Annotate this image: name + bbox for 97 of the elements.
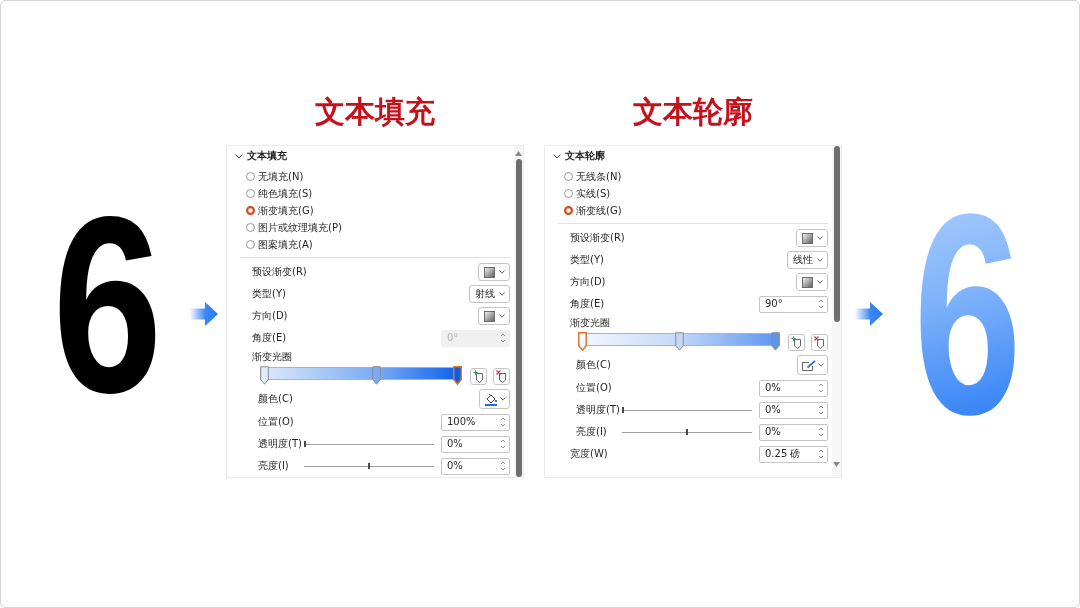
section-toggle[interactable]: 文本轮廓 — [545, 149, 605, 163]
radio-option[interactable]: 渐变填充(G) — [246, 202, 314, 219]
number-field[interactable]: 0% — [759, 423, 828, 441]
large-digit: 6 — [53, 181, 163, 431]
radio-option[interactable]: 图片或纹理填充(P) — [246, 219, 342, 236]
section-toggle[interactable]: 文本填充 — [227, 149, 287, 163]
field-label: 角度(E) — [570, 298, 605, 310]
field-label: 角度(E) — [252, 332, 287, 344]
caret-icon — [817, 258, 823, 262]
add-stop-button[interactable] — [470, 367, 487, 385]
field-label: 亮度(I) — [258, 460, 290, 472]
caret-icon — [500, 397, 506, 401]
gradient-bar[interactable] — [260, 366, 462, 386]
scrollbar[interactable] — [832, 146, 841, 477]
spin-arrows-icon — [500, 438, 506, 450]
field-label: 方向(D) — [252, 310, 288, 322]
caret-icon — [499, 270, 505, 274]
radio-option[interactable]: 纯色填充(S) — [246, 185, 313, 202]
spin-arrows-icon — [818, 404, 824, 416]
gradient-swatch-icon — [484, 266, 495, 278]
gradient-swatch-icon — [802, 276, 813, 288]
scrollbar[interactable] — [514, 146, 523, 477]
number-field[interactable]: 0.25 磅 — [759, 445, 828, 463]
gradient-swatch-icon — [802, 232, 813, 244]
number-field[interactable]: 0% — [441, 435, 510, 453]
spin-arrows-icon — [500, 460, 506, 472]
radio-option[interactable]: 实线(S) — [564, 185, 611, 202]
gradient-stop-handle[interactable] — [771, 332, 780, 351]
dropdown-button[interactable]: 射线 — [469, 285, 510, 303]
spin-arrows-icon — [500, 332, 506, 344]
paint-bucket-icon — [484, 392, 498, 406]
radio-option[interactable]: 无线条(N) — [564, 168, 622, 185]
scroll-down-icon[interactable] — [833, 462, 840, 467]
gradient-stop-handle[interactable] — [453, 366, 462, 385]
spin-arrows-icon — [500, 416, 506, 428]
scrollbar-thumb[interactable] — [833, 146, 840, 322]
field-label: 预设渐变(R) — [570, 232, 625, 244]
add-stop-button[interactable] — [788, 333, 805, 351]
number-field[interactable]: 90° — [759, 295, 828, 313]
field-label: 颜色(C) — [258, 393, 293, 405]
gradient-stop-handle[interactable] — [674, 332, 684, 351]
dropdown-button[interactable] — [478, 307, 510, 325]
field-label: 方向(D) — [570, 276, 606, 288]
panel-title: 文本填充 — [315, 94, 435, 130]
spin-arrows-icon — [818, 426, 824, 438]
field-label: 类型(Y) — [252, 288, 286, 300]
field-label: 亮度(I) — [576, 426, 608, 438]
marker-cross-icon — [496, 369, 507, 383]
field-label: 位置(O) — [576, 382, 612, 394]
color-picker-button[interactable] — [479, 389, 510, 409]
caret-icon — [817, 280, 823, 284]
dropdown-button[interactable] — [478, 263, 510, 281]
pen-icon — [802, 359, 817, 371]
chevron-down-icon — [553, 153, 561, 159]
caret-icon — [818, 363, 824, 367]
marker-plus-icon — [791, 335, 802, 349]
field-label: 渐变光圈 — [570, 317, 610, 329]
chevron-down-icon — [235, 153, 243, 159]
field-label: 颜色(C) — [576, 359, 611, 371]
scrollbar-thumb[interactable] — [515, 159, 522, 477]
marker-plus-icon — [473, 369, 484, 383]
field-label: 渐变光圈 — [252, 351, 292, 363]
dropdown-button[interactable] — [796, 273, 828, 291]
field-label: 透明度(T) — [258, 438, 303, 450]
marker-cross-icon — [814, 335, 825, 349]
gradient-stop-handle[interactable] — [578, 332, 587, 351]
gradient-bar[interactable] — [578, 332, 780, 352]
number-field[interactable]: 0% — [759, 379, 828, 397]
spin-arrows-icon — [818, 448, 824, 460]
spin-arrows-icon — [818, 382, 824, 394]
field-label: 预设渐变(R) — [252, 266, 307, 278]
number-field[interactable]: 100% — [441, 413, 510, 431]
radio-option[interactable]: 渐变线(G) — [564, 202, 622, 219]
caret-icon — [817, 236, 823, 240]
panel-title: 文本轮廓 — [633, 94, 753, 130]
gradient-swatch-icon — [484, 310, 495, 322]
color-picker-button[interactable] — [797, 355, 828, 375]
dropdown-button[interactable]: 线性 — [787, 251, 828, 269]
remove-stop-button[interactable] — [493, 367, 510, 385]
field-label: 宽度(W) — [570, 448, 608, 460]
field-label: 位置(O) — [258, 416, 294, 428]
field-label: 类型(Y) — [570, 254, 604, 266]
gradient-stop-handle[interactable] — [260, 366, 269, 385]
radio-option[interactable]: 图案填充(A) — [246, 236, 313, 253]
right-arrow-icon — [190, 302, 218, 326]
dropdown-button[interactable] — [796, 229, 828, 247]
caret-icon — [499, 314, 505, 318]
radio-option[interactable]: 无填充(N) — [246, 168, 304, 185]
number-field[interactable]: 0% — [759, 401, 828, 419]
gradient-stop-handle[interactable] — [371, 366, 381, 385]
spin-arrows-icon — [818, 298, 824, 310]
number-field[interactable]: 0% — [441, 457, 510, 475]
field-label: 透明度(T) — [576, 404, 621, 416]
remove-stop-button[interactable] — [811, 333, 828, 351]
scroll-up-icon[interactable] — [515, 151, 522, 156]
right-arrow-icon — [855, 302, 883, 326]
caret-icon — [499, 292, 505, 296]
